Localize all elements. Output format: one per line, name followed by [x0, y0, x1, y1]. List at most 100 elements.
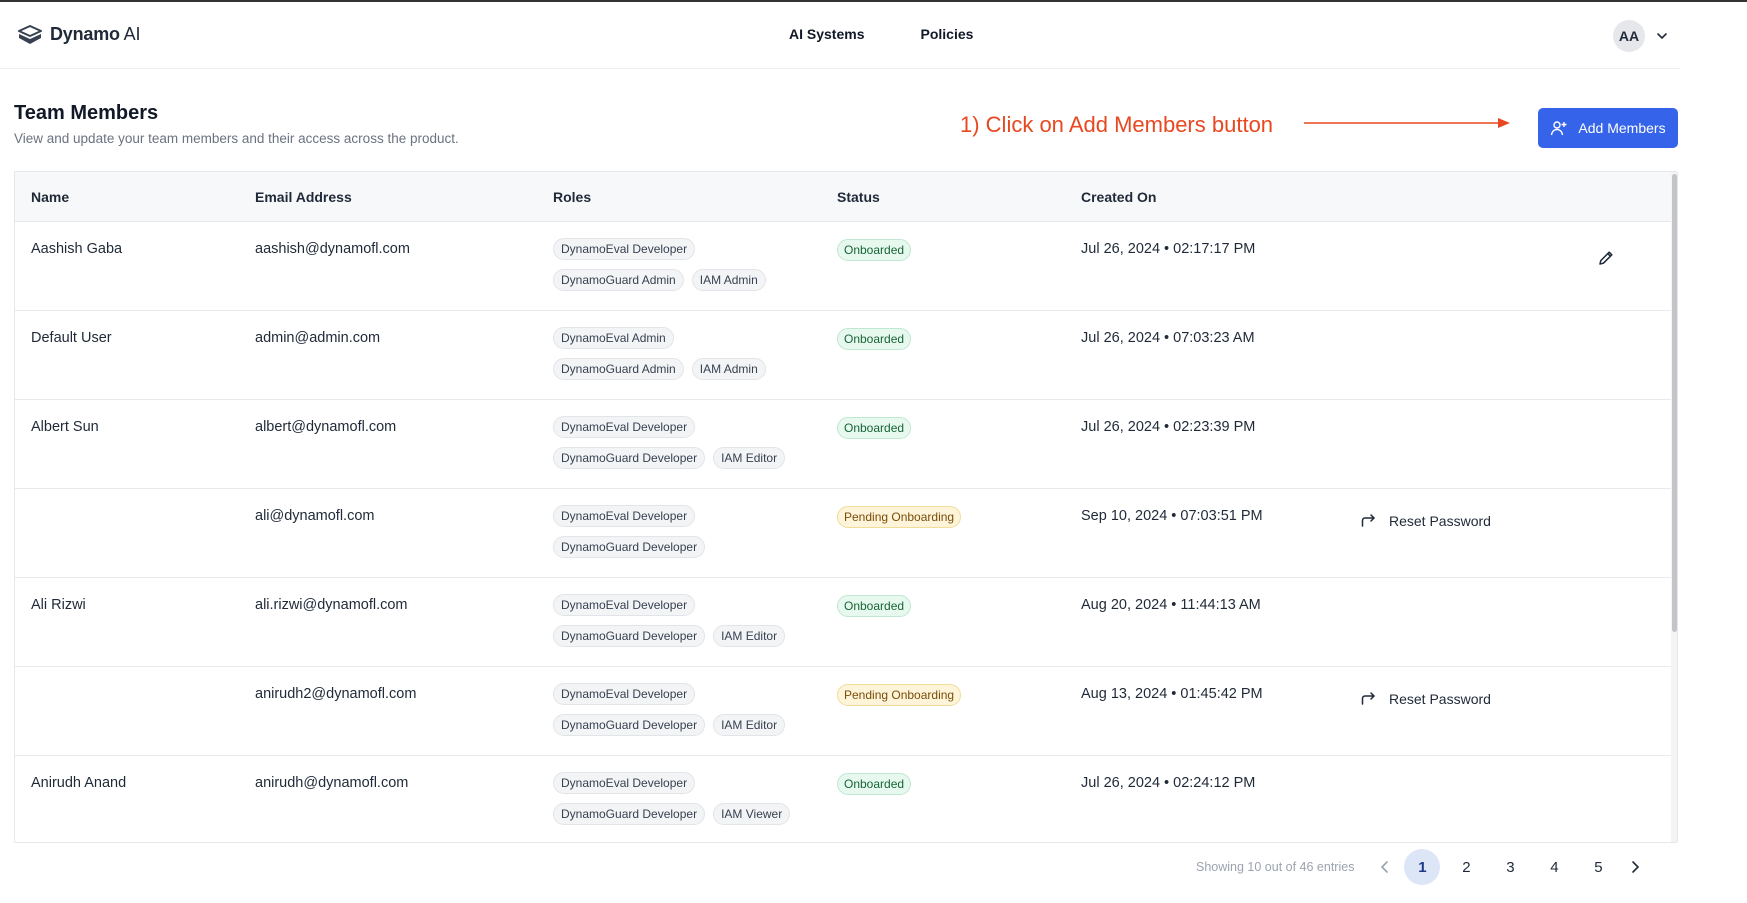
column-header-created-on[interactable]: Created On [1081, 189, 1156, 205]
reset-password-label: Reset Password [1389, 513, 1491, 529]
role-chip: DynamoGuard Developer [553, 536, 706, 558]
created-on: Sep 10, 2024 • 07:03:51 PM [1081, 508, 1263, 524]
role-chip: DynamoEval Developer [553, 683, 696, 705]
instruction-annotation: 1) Click on Add Members button [960, 112, 1274, 137]
page-subtitle: View and update your team members and th… [14, 131, 459, 146]
previous-page-button[interactable] [1370, 849, 1400, 885]
column-header-roles[interactable]: Roles [553, 189, 591, 205]
table-row[interactable]: ali@dynamofl.com DynamoEval Developer Dyna… [15, 489, 1671, 578]
role-chip: IAM Admin [691, 269, 766, 291]
table-scrollbar[interactable] [1671, 172, 1677, 842]
role-chip: IAM Admin [691, 358, 766, 380]
created-on: Jul 26, 2024 • 02:24:12 PM [1081, 775, 1256, 791]
page-button-5[interactable]: 5 [1580, 849, 1616, 885]
member-name: Default User [31, 330, 112, 346]
column-header-email[interactable]: Email Address [255, 189, 352, 205]
table-row[interactable]: Ali Rizwi ali.rizwi@dynamofl.com DynamoEva… [15, 578, 1671, 667]
role-chip: IAM Editor [713, 625, 786, 647]
role-chip: DynamoEval Developer [553, 505, 696, 527]
brand-name: Dynamo AI [50, 24, 141, 44]
reset-password-button[interactable]: Reset Password [1361, 691, 1491, 707]
user-menu[interactable]: AA [1613, 20, 1669, 52]
member-name: Ali Rizwi [31, 597, 86, 613]
nav-ai-systems[interactable]: AI Systems [789, 26, 864, 42]
member-roles: DynamoEval Admin DynamoGuard Admin IAM Adm… [553, 327, 823, 389]
status-badge: Pending Onboarding [837, 506, 962, 528]
role-chip: IAM Viewer [713, 803, 791, 825]
page-button-2[interactable]: 2 [1448, 849, 1484, 885]
add-members-button[interactable]: Add Members [1538, 108, 1678, 148]
edit-pencil-icon[interactable] [1597, 249, 1615, 267]
member-name: Albert Sun [31, 419, 99, 435]
page-button-3[interactable]: 3 [1492, 849, 1528, 885]
role-chip: DynamoEval Developer [553, 416, 696, 438]
top-navigation-bar: Dynamo AI AI Systems Policies AA [0, 2, 1680, 69]
annotation-arrow-icon [1304, 118, 1510, 128]
reset-password-label: Reset Password [1389, 691, 1491, 707]
team-members-table: Name Email Address Roles Status Created … [14, 171, 1678, 843]
created-on: Jul 26, 2024 • 02:17:17 PM [1081, 241, 1256, 257]
reset-password-button[interactable]: Reset Password [1361, 513, 1491, 529]
reset-icon [1361, 692, 1375, 705]
role-chip: DynamoEval Developer [553, 772, 696, 794]
avatar[interactable]: AA [1613, 20, 1645, 52]
table-row[interactable]: anirudh2@dynamofl.com DynamoEval Develope… [15, 667, 1671, 756]
role-chip: DynamoGuard Developer [553, 803, 706, 825]
add-members-label: Add Members [1578, 120, 1666, 136]
created-on: Aug 20, 2024 • 11:44:13 AM [1081, 597, 1261, 613]
member-name: Anirudh Anand [31, 775, 127, 791]
next-page-button[interactable] [1620, 849, 1650, 885]
member-roles: DynamoEval Developer DynamoGuard Develope… [553, 683, 823, 745]
role-chip: DynamoEval Developer [553, 238, 696, 260]
brand-logo[interactable]: Dynamo AI [18, 24, 140, 45]
table-row[interactable]: Default User admin@admin.com DynamoEval Ad… [15, 311, 1671, 400]
table-header: Name Email Address Roles Status Created … [15, 172, 1671, 222]
member-roles: DynamoEval Developer DynamoGuard Admin IAM… [553, 238, 823, 300]
chevron-down-icon[interactable] [1655, 29, 1669, 43]
role-chip: DynamoEval Admin [553, 327, 674, 349]
role-chip: DynamoGuard Developer [553, 625, 706, 647]
nav-policies[interactable]: Policies [920, 26, 973, 42]
reset-icon [1361, 514, 1375, 527]
scrollbar-thumb[interactable] [1672, 174, 1677, 632]
table-row[interactable]: Anirudh Anand anirudh@dynamofl.com DynamoE… [15, 756, 1671, 842]
member-email: admin@admin.com [255, 330, 381, 346]
status-badge: Onboarded [837, 417, 912, 439]
role-chip: IAM Editor [713, 714, 786, 736]
add-user-icon [1551, 121, 1567, 136]
created-on: Jul 26, 2024 • 07:03:23 AM [1081, 330, 1255, 346]
page-button-4[interactable]: 4 [1536, 849, 1572, 885]
status-badge: Onboarded [837, 328, 912, 350]
member-email: anirudh2@dynamofl.com [255, 686, 417, 702]
column-header-name[interactable]: Name [31, 189, 69, 205]
member-email: albert@dynamofl.com [255, 419, 397, 435]
page-title: Team Members [14, 102, 159, 124]
member-name: Aashish Gaba [31, 241, 123, 257]
pagination: Showing 10 out of 46 entries 12345 [1196, 849, 1650, 885]
chevron-left-icon [1381, 861, 1389, 873]
member-roles: DynamoEval Developer DynamoGuard Develope… [553, 416, 823, 478]
member-email: ali.rizwi@dynamofl.com [255, 597, 408, 613]
member-roles: DynamoEval Developer DynamoGuard Develope… [553, 594, 823, 656]
chevron-right-icon [1632, 861, 1640, 873]
member-email: ali@dynamofl.com [255, 508, 375, 524]
pagination-info: Showing 10 out of 46 entries [1196, 860, 1355, 874]
page-button-1[interactable]: 1 [1404, 849, 1441, 885]
role-chip: DynamoGuard Developer [553, 447, 706, 469]
column-header-status[interactable]: Status [837, 189, 880, 205]
status-badge: Onboarded [837, 239, 912, 261]
main-nav: AI Systems Policies [789, 26, 973, 42]
member-roles: DynamoEval Developer DynamoGuard Develope… [553, 772, 823, 834]
role-chip: DynamoGuard Admin [553, 269, 684, 291]
table-row[interactable]: Aashish Gaba aashish@dynamofl.com DynamoEv… [15, 222, 1671, 311]
role-chip: DynamoGuard Admin [553, 358, 684, 380]
created-on: Aug 13, 2024 • 01:45:42 PM [1081, 686, 1263, 702]
role-chip: DynamoGuard Developer [553, 714, 706, 736]
dynamo-logo-icon [18, 24, 42, 44]
created-on: Jul 26, 2024 • 02:23:39 PM [1081, 419, 1256, 435]
status-badge: Onboarded [837, 773, 912, 795]
table-row[interactable]: Albert Sun albert@dynamofl.com DynamoEval … [15, 400, 1671, 489]
status-badge: Pending Onboarding [837, 684, 962, 706]
role-chip: IAM Editor [713, 447, 786, 469]
member-roles: DynamoEval Developer DynamoGuard Develope… [553, 505, 823, 567]
